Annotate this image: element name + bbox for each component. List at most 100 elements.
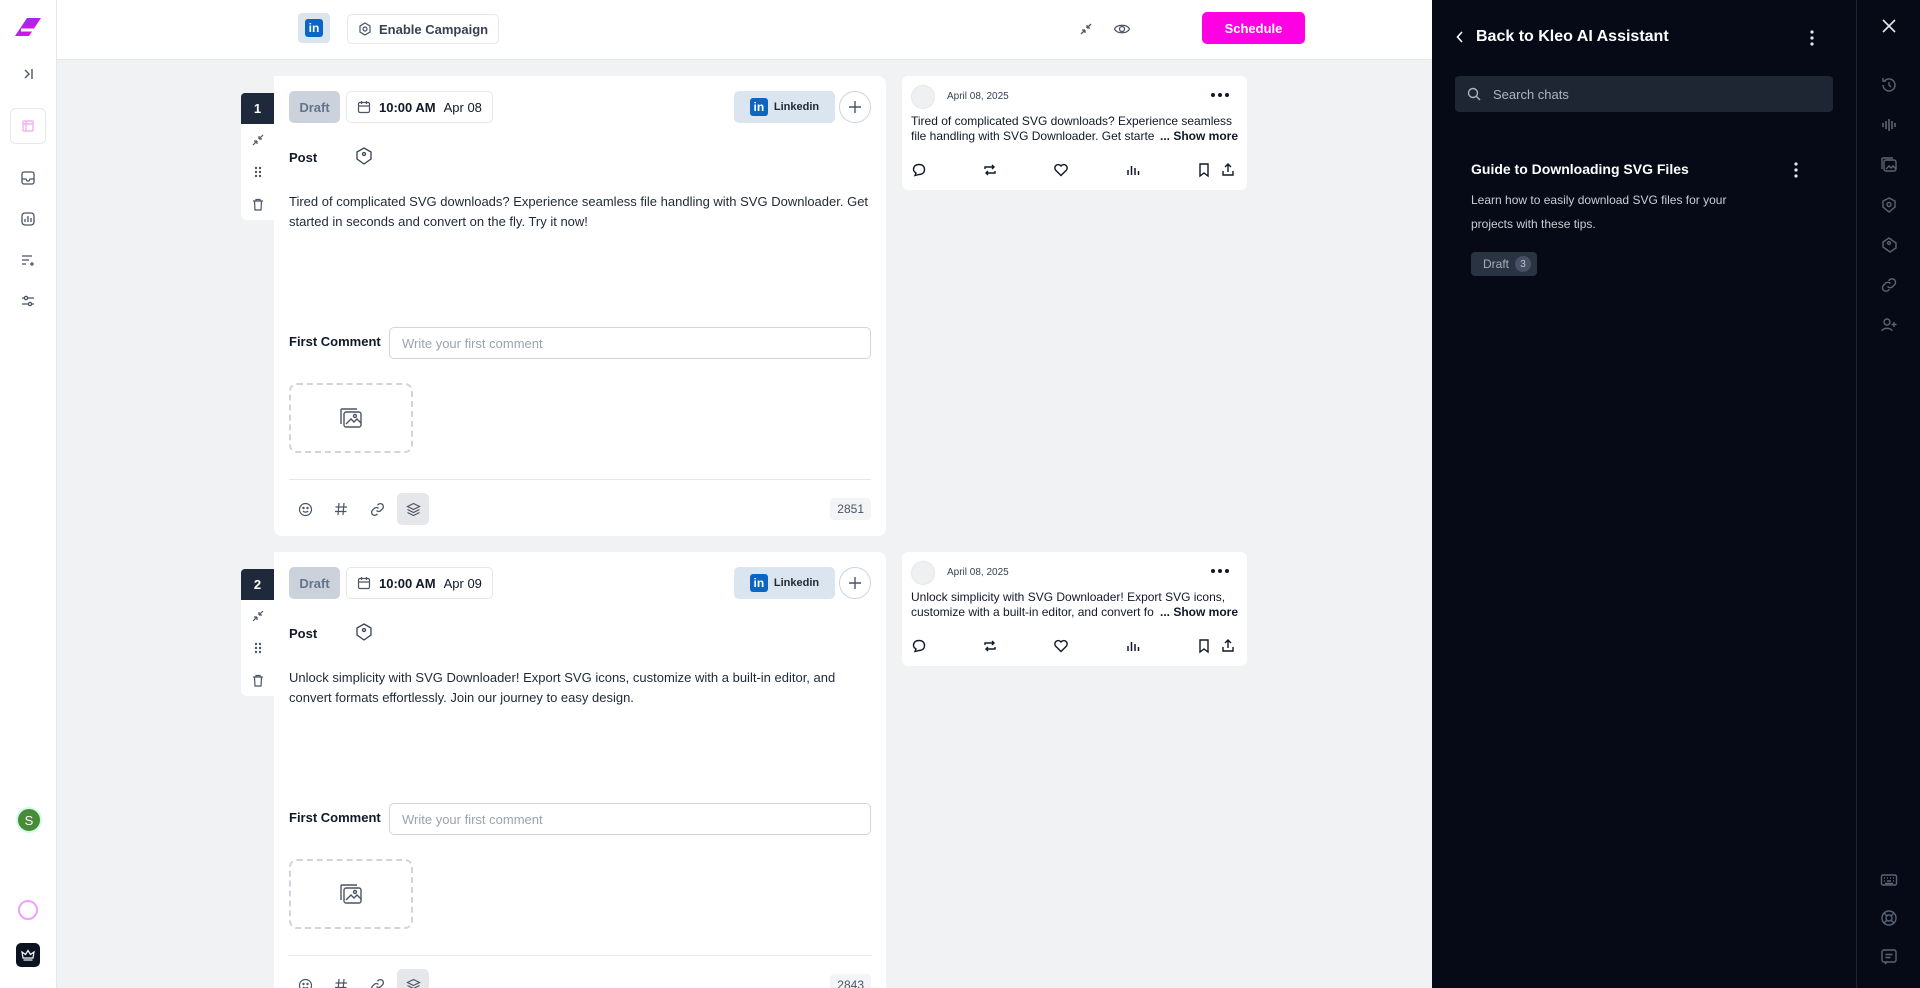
post-preview[interactable]: April 08, 2025 Tired of complicated SVG … [902,76,1247,190]
tag-icon[interactable] [1877,233,1901,257]
link-icon[interactable] [361,493,393,525]
post-label: Post [289,150,318,165]
post-card: Draft 10:00 AM Apr 09 in Linkedin Post U… [274,552,886,988]
add-user-icon[interactable] [1877,313,1901,337]
show-more-link[interactable]: ... Show more [1153,129,1238,144]
media-dropzone[interactable] [289,859,413,929]
chat-title[interactable]: Guide to Downloading SVG Files [1471,161,1689,177]
analytics-icon[interactable] [13,204,43,234]
add-platform-button[interactable] [839,567,871,599]
enable-campaign-label: Enable Campaign [379,21,489,37]
campaign-icon [358,22,372,36]
left-rail: S [0,0,57,988]
workspace-button[interactable] [10,108,46,144]
collapse-icon[interactable] [1077,20,1095,38]
like-icon[interactable] [1053,638,1071,656]
bookmark-icon[interactable] [1196,162,1214,180]
link-icon[interactable] [361,969,393,988]
history-icon[interactable] [1877,73,1901,97]
post-body[interactable]: Unlock simplicity with SVG Downloader! E… [289,668,874,708]
media-dropzone[interactable] [289,383,413,453]
schedule-date: Apr 08 [443,99,482,115]
drag-handle-icon[interactable] [241,632,274,664]
back-to-assistant-button[interactable]: Back to Kleo AI Assistant [1456,28,1669,46]
collapse-post-icon[interactable] [241,124,274,156]
image-icon [339,883,363,905]
delete-post-icon[interactable] [241,664,274,696]
preview-eye-icon[interactable] [1111,18,1133,40]
show-more-link[interactable]: ... Show more [1153,605,1238,620]
emoji-icon[interactable] [289,969,321,988]
status-badge[interactable]: Draft [289,91,340,123]
tag-icon[interactable] [352,144,376,168]
linkedin-icon: in [305,19,323,37]
gallery-icon[interactable] [1877,153,1901,177]
search-icon [1467,87,1481,101]
post-preview[interactable]: April 08, 2025 Unlock simplicity with SV… [902,552,1247,666]
hashtag-icon[interactable] [325,969,357,988]
add-platform-button[interactable] [839,91,871,123]
inbox-icon[interactable] [13,163,43,193]
drag-handle-icon[interactable] [241,156,274,188]
panel-menu-icon[interactable] [1804,28,1820,48]
enable-campaign-button[interactable]: Enable Campaign [347,14,500,44]
share-icon[interactable] [1220,162,1238,180]
comment-icon[interactable] [911,638,929,656]
emoji-icon[interactable] [289,493,321,525]
list-icon[interactable] [13,245,43,275]
close-icon[interactable] [1877,14,1901,38]
bookmark-icon[interactable] [1196,638,1214,656]
preview-date: April 08, 2025 [947,567,1009,578]
linkedin-icon: in [749,98,768,116]
chat-badge-label: Draft [1483,257,1510,271]
help-lifebuoy-icon[interactable] [1877,906,1901,930]
audio-wave-icon[interactable] [1877,113,1901,137]
platform-label: Linkedin [773,101,820,113]
delete-post-icon[interactable] [241,188,274,220]
tag-icon[interactable] [352,620,376,644]
schedule-date-button[interactable]: 10:00 AM Apr 09 [346,567,493,599]
stats-icon[interactable] [1125,638,1143,656]
post-body[interactable]: Tired of complicated SVG downloads? Expe… [289,192,874,232]
schedule-time: 10:00 AM [379,99,436,115]
character-count: 2843 [830,974,871,988]
app-logo[interactable] [13,12,43,42]
first-comment-input[interactable]: Write your first comment [389,803,871,835]
repost-icon[interactable] [982,638,1000,656]
chat-menu-icon[interactable] [1788,160,1804,180]
crown-icon[interactable] [16,943,40,967]
more-options-icon[interactable] [1208,564,1232,578]
stats-icon[interactable] [1125,162,1143,180]
repost-icon[interactable] [982,162,1000,180]
settings-sliders-icon[interactable] [13,286,43,316]
first-comment-input[interactable]: Write your first comment [389,327,871,359]
like-icon[interactable] [1053,162,1071,180]
calendar-icon [357,100,371,114]
share-icon[interactable] [1220,638,1238,656]
search-placeholder: Search chats [1493,86,1569,102]
status-badge[interactable]: Draft [289,567,340,599]
more-options-icon[interactable] [1208,88,1232,102]
expand-sidebar-icon[interactable] [13,59,43,89]
user-avatar[interactable]: S [16,807,42,833]
editor-toolbar [289,969,429,988]
comment-icon[interactable] [911,162,929,180]
collapse-post-icon[interactable] [241,600,274,632]
schedule-date: Apr 09 [443,575,482,591]
schedule-button[interactable]: Schedule [1202,12,1305,44]
platform-chip[interactable]: in Linkedin [734,567,835,599]
image-icon [339,407,363,429]
search-chats-input[interactable]: Search chats [1455,76,1833,112]
platform-chip[interactable]: in Linkedin [734,91,835,123]
schedule-date-button[interactable]: 10:00 AM Apr 08 [346,91,493,123]
linkedin-account-button[interactable]: in [298,13,330,43]
chat-status-badge[interactable]: Draft 3 [1471,252,1538,276]
brand-badge-icon[interactable] [1877,193,1901,217]
hashtag-icon[interactable] [325,493,357,525]
link-icon[interactable] [1877,273,1901,297]
linkedin-icon: in [749,574,768,592]
keyboard-icon[interactable] [1877,868,1901,892]
feedback-icon[interactable] [1877,945,1901,969]
layers-icon[interactable] [397,493,429,525]
layers-icon[interactable] [397,969,429,988]
